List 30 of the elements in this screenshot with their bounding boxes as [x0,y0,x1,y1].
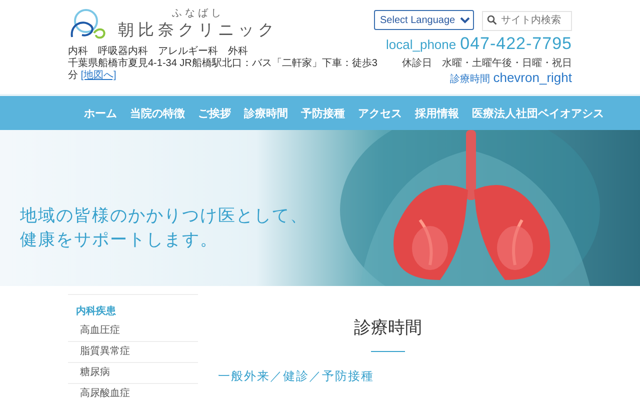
nav-link[interactable]: 診療時間 [244,106,288,120]
sidebar-item[interactable]: 糖尿病 [68,363,198,384]
map-link[interactable]: [地図へ] [80,70,116,81]
departments-text: 内科 呼吸器内科 アレルギー科 外科 [68,44,249,58]
sidebar-item[interactable]: 高尿酸血症 [68,384,198,400]
sidebar-heading: 内科疾患 [75,304,117,319]
nav-link[interactable]: ご挨拶 [198,106,231,120]
section-subtitle: 一般外来／健診／予防接種 [218,368,375,385]
search-icon [487,15,497,25]
language-select[interactable]: Select Language [374,10,474,30]
nav-link[interactable]: 予防接種 [301,106,345,120]
logo-kana: ふなばし [172,7,224,20]
clinic-name: 朝比奈クリニック [118,20,278,41]
phone-number: 047-422-7795 [460,34,572,54]
nav-link[interactable]: アクセス [358,106,402,120]
search-field[interactable]: サイト内検索 [482,10,572,30]
nav-link[interactable]: 採用情報 [415,106,459,120]
chevron-icon-text: chevron_right [493,70,572,84]
phone-icon-text: local_phone [386,36,456,52]
nav-link[interactable]: 当院の特徴 [130,106,185,120]
hero-tagline: 健康をサポートします。 [20,229,218,251]
hero-tagline: 地域の皆様のかかりつけ医として、 [20,205,308,227]
nav-link[interactable]: ホーム [84,106,117,120]
address-text: 千葉県船橋市夏見4-1-34 JR船橋駅北口：バス「二軒家」下車：徒歩3分 [地図へ] [68,58,378,82]
section-title: 診療時間 [354,317,422,339]
sidebar-item[interactable]: 高血圧症 [68,321,198,342]
hours-link[interactable]: 診療時間 [450,72,490,86]
closed-days-text: 休診日 水曜・土曜午後・日曜・祝日 [402,56,572,70]
nav-link[interactable]: 医療法人社団ベイオアシス [472,106,604,120]
sidebar-item[interactable]: 脂質異常症 [68,342,198,363]
